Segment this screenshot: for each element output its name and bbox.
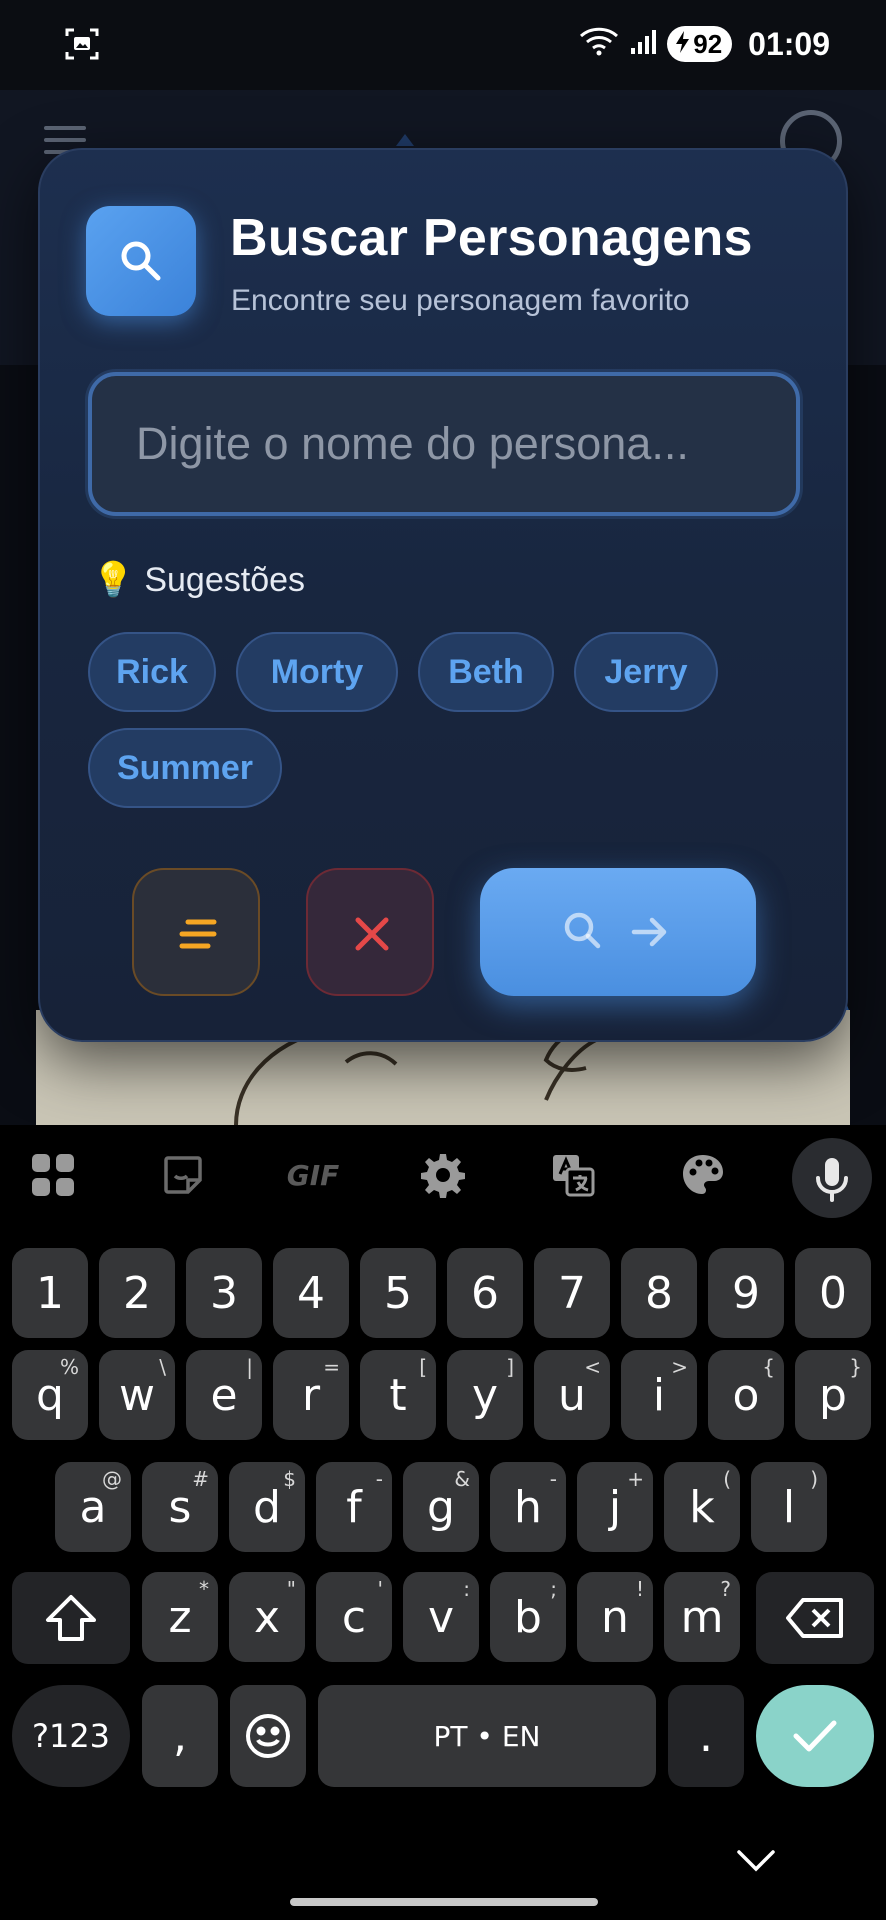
emoji-icon [246,1714,290,1758]
key-c[interactable]: c ' [316,1572,392,1662]
lightbulb-icon: 💡 [92,561,135,599]
sort-button[interactable] [132,868,260,996]
key-8[interactable]: 8 [621,1248,697,1338]
suggestions-label-text: Sugestões [144,560,306,599]
suggestion-chip-jerry[interactable]: Jerry [574,632,718,712]
checkmark-icon [793,1720,837,1752]
battery-indicator: 92 [667,26,733,62]
home-indicator[interactable] [290,1898,598,1906]
key-p[interactable]: p} [795,1350,871,1440]
clear-button[interactable] [306,868,434,996]
signal-icon [629,28,657,61]
key-w[interactable]: w \ [99,1350,175,1440]
suggestions-label: 💡 Sugestões [92,560,305,600]
microphone-button[interactable] [792,1138,872,1218]
suggestion-chip-summer[interactable]: Summer [88,728,282,808]
key-i[interactable]: i > [621,1350,697,1440]
chevron-down-icon[interactable] [736,1846,776,1874]
battery-level: 92 [693,28,723,59]
enter-key[interactable] [756,1685,874,1787]
close-icon [355,917,389,951]
key-a[interactable]: a @ [55,1462,131,1552]
modal-title: Buscar Personagens [230,209,753,267]
sort-lines-icon [179,919,217,949]
arrow-right-icon [631,917,667,947]
suggestion-chip-beth[interactable]: Beth [418,632,554,712]
emoji-key[interactable] [230,1685,306,1787]
key-1[interactable]: 1 [12,1248,88,1338]
key-r[interactable]: r = [273,1350,349,1440]
apps-grid-icon[interactable] [18,1140,88,1210]
suggestion-chip-rick[interactable]: Rick [88,632,216,712]
comma-key[interactable]: , [142,1685,218,1787]
key-4[interactable]: 4 [273,1248,349,1338]
key-o[interactable]: o{ [708,1350,784,1440]
key-k[interactable]: k( [664,1462,740,1552]
key-9[interactable]: 9 [708,1248,784,1338]
popover-caret [396,134,414,146]
key-v[interactable]: v: [403,1572,479,1662]
search-modal: Buscar Personagens Encontre seu personag… [38,148,848,1042]
search-input[interactable] [88,372,800,516]
search-icon [564,912,601,949]
key-b[interactable]: b; [490,1572,566,1662]
key-x[interactable]: x " [229,1572,305,1662]
shift-arrow-icon [46,1595,96,1641]
gear-icon[interactable] [408,1140,478,1210]
key-h[interactable]: h- [490,1462,566,1552]
key-5[interactable]: 5 [360,1248,436,1338]
wifi-icon [579,26,619,63]
key-j[interactable]: j + [577,1462,653,1552]
gif-button[interactable]: GIF [278,1140,348,1210]
space-key[interactable]: PT • EN [318,1685,656,1787]
search-icon [121,241,161,281]
key-n[interactable]: n! [577,1572,653,1662]
period-key[interactable]: . [668,1685,744,1787]
translate-icon[interactable] [538,1140,608,1210]
modal-search-badge [86,206,196,316]
key-u[interactable]: u < [534,1350,610,1440]
backspace-key[interactable] [756,1572,874,1664]
key-z[interactable]: z * [142,1572,218,1662]
shift-key[interactable] [12,1572,130,1664]
key-m[interactable]: m? [664,1572,740,1662]
charging-icon [675,29,691,60]
key-e[interactable]: e | [186,1350,262,1440]
key-f[interactable]: f- [316,1462,392,1552]
key-7[interactable]: 7 [534,1248,610,1338]
key-l[interactable]: l) [751,1462,827,1552]
backspace-icon [786,1598,843,1638]
key-y[interactable]: y] [447,1350,523,1440]
key-g[interactable]: g & [403,1462,479,1552]
key-0[interactable]: 0 [795,1248,871,1338]
key-s[interactable]: s # [142,1462,218,1552]
key-q[interactable]: q% [12,1350,88,1440]
palette-icon[interactable] [668,1140,738,1210]
key-3[interactable]: 3 [186,1248,262,1338]
suggestion-chip-morty[interactable]: Morty [236,632,398,712]
symbols-key[interactable]: ?123 [12,1685,130,1787]
sticker-icon[interactable] [148,1140,218,1210]
clock: 01:09 [748,25,830,62]
key-2[interactable]: 2 [99,1248,175,1338]
key-t[interactable]: t[ [360,1350,436,1440]
microphone-icon [816,1158,848,1202]
screenshot-icon [64,26,100,62]
status-bar: 92 01:09 [0,0,886,90]
modal-subtitle: Encontre seu personagem favorito [231,284,690,317]
search-submit-button[interactable] [480,868,756,996]
key-d[interactable]: d $ [229,1462,305,1552]
key-6[interactable]: 6 [447,1248,523,1338]
